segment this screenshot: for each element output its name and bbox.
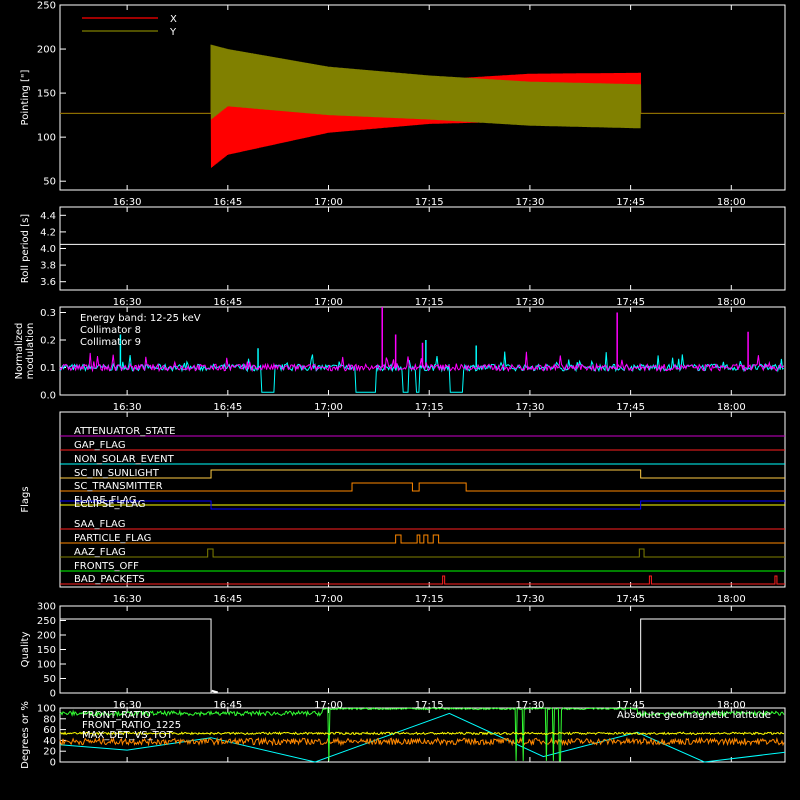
y-tick-label: 100 [37,133,56,144]
y-tick-label: 50 [43,674,56,685]
y-tick-label: 0.2 [40,336,56,347]
x-tick-label: 17:00 [314,297,343,308]
flag-label: BAD_PACKETS [74,574,145,585]
flag-line-aaz-flag [60,548,785,558]
x-tick-label: 17:30 [515,402,544,413]
y-tick-label: 3.6 [40,277,56,288]
y-tick-label: 0 [50,689,56,700]
x-tick-label: 16:45 [213,197,242,208]
y-tick-label: 0.3 [40,308,56,319]
legend-label: Collimator 8 [80,325,141,336]
x-tick-label: 16:45 [213,594,242,605]
flag-label: GAP_FLAG [74,440,126,451]
x-tick-label: 16:45 [213,297,242,308]
x-tick-label: 17:00 [314,197,343,208]
y-axis-label: Pointing ["] [20,69,31,125]
x-tick-label: 17:15 [415,402,444,413]
x-tick-label: 16:30 [113,402,142,413]
flag-label: SAA_FLAG [74,519,125,530]
legend-label: X [170,14,177,25]
y-tick-label: 20 [43,747,56,758]
x-tick-label: 17:45 [616,594,645,605]
chart-svg: 50100150200250Pointing ["]16:30 16:45 17:0… [14,1,786,769]
y-tick-label: 300 [37,602,56,613]
y-tick-label: 4.2 [40,227,56,238]
y-axis-label: Degrees or % [20,701,31,769]
x-tick-label: 17:45 [616,402,645,413]
roll-panel [59,206,786,291]
y-tick-label: 0.0 [40,391,56,402]
flags-panel [59,411,786,588]
y-tick-label: 200 [37,631,56,642]
y-tick-label: 250 [37,1,56,12]
y-tick-label: 150 [37,645,56,656]
x-tick-label: 17:30 [515,297,544,308]
x-tick-label: 17:00 [314,402,343,413]
flag-line-particle-flag [60,534,785,544]
y-axis-label: Flags [20,486,31,512]
y-tick-label: 60 [43,725,56,736]
legend-label: MAX_DET_VS_TOT [82,730,174,741]
y-axis-label: Roll period [s] [20,214,31,283]
x-tick-label: 17:00 [314,594,343,605]
quality-blip [211,689,219,694]
chart-panels: 50100150200250Pointing ["]16:30 16:45 17:0… [14,1,786,769]
flag-line-bad-packets [60,575,785,585]
x-tick-label: 17:15 [415,594,444,605]
flag-label: AAZ_FLAG [74,547,126,558]
x-tick-label: 17:15 [415,297,444,308]
y-tick-label: 0 [50,758,56,769]
x-tick-label: 17:15 [415,197,444,208]
flag-line-sc-in-sunlight [60,469,785,479]
y-tick-label: 4.0 [40,244,56,255]
pointing-series-y [60,44,785,129]
x-tick-label: 17:30 [515,594,544,605]
x-tick-label: 18:00 [717,297,746,308]
x-tick-label: 16:45 [213,402,242,413]
legend-label: Collimator 9 [80,337,141,348]
x-tick-label: 17:30 [515,197,544,208]
flag-label: FRONTS_OFF [74,561,139,572]
y-axis-label: Normalized [14,323,25,380]
x-tick-label: 17:45 [616,197,645,208]
flag-line-sc-transmitter [60,482,785,492]
quality-line [640,618,785,693]
x-tick-label: 16:30 [113,297,142,308]
y-axis-label: modulation [25,323,36,380]
flag-label: SC_IN_SUNLIGHT [74,468,160,479]
y-tick-label: 80 [43,714,56,725]
x-tick-label: 18:00 [717,402,746,413]
energy-band-label: Energy band: 12-25 keV [80,313,201,324]
y-tick-label: 3.8 [40,261,56,272]
y-tick-label: 50 [43,177,56,188]
y-tick-label: 100 [37,704,56,715]
flag-label: NON_SOLAR_EVENT [74,454,175,465]
y-tick-label: 200 [37,45,56,56]
flag-label: PARTICLE_FLAG [74,533,151,544]
x-tick-label: 16:30 [113,197,142,208]
flag-label: ATTENUATOR_STATE [74,426,175,437]
x-tick-label: 18:00 [717,594,746,605]
y-tick-label: 100 [37,660,56,671]
latitude-legend-label: Absolute geomagnetic latitude [617,710,771,721]
flag-label: ECLIPSE_FLAG [74,499,145,510]
y-tick-label: 0.1 [40,363,56,374]
y-tick-label: 40 [43,736,56,747]
y-tick-label: 4.4 [40,211,56,222]
x-tick-label: 18:00 [717,197,746,208]
y-tick-label: 250 [37,616,56,627]
x-tick-label: 17:45 [616,297,645,308]
y-axis-label: Quality [20,632,31,668]
quality-line [60,618,212,693]
x-tick-label: 16:30 [113,594,142,605]
legend-label: Y [169,27,177,38]
flag-label: SC_TRANSMITTER [74,481,163,492]
y-tick-label: 150 [37,89,56,100]
